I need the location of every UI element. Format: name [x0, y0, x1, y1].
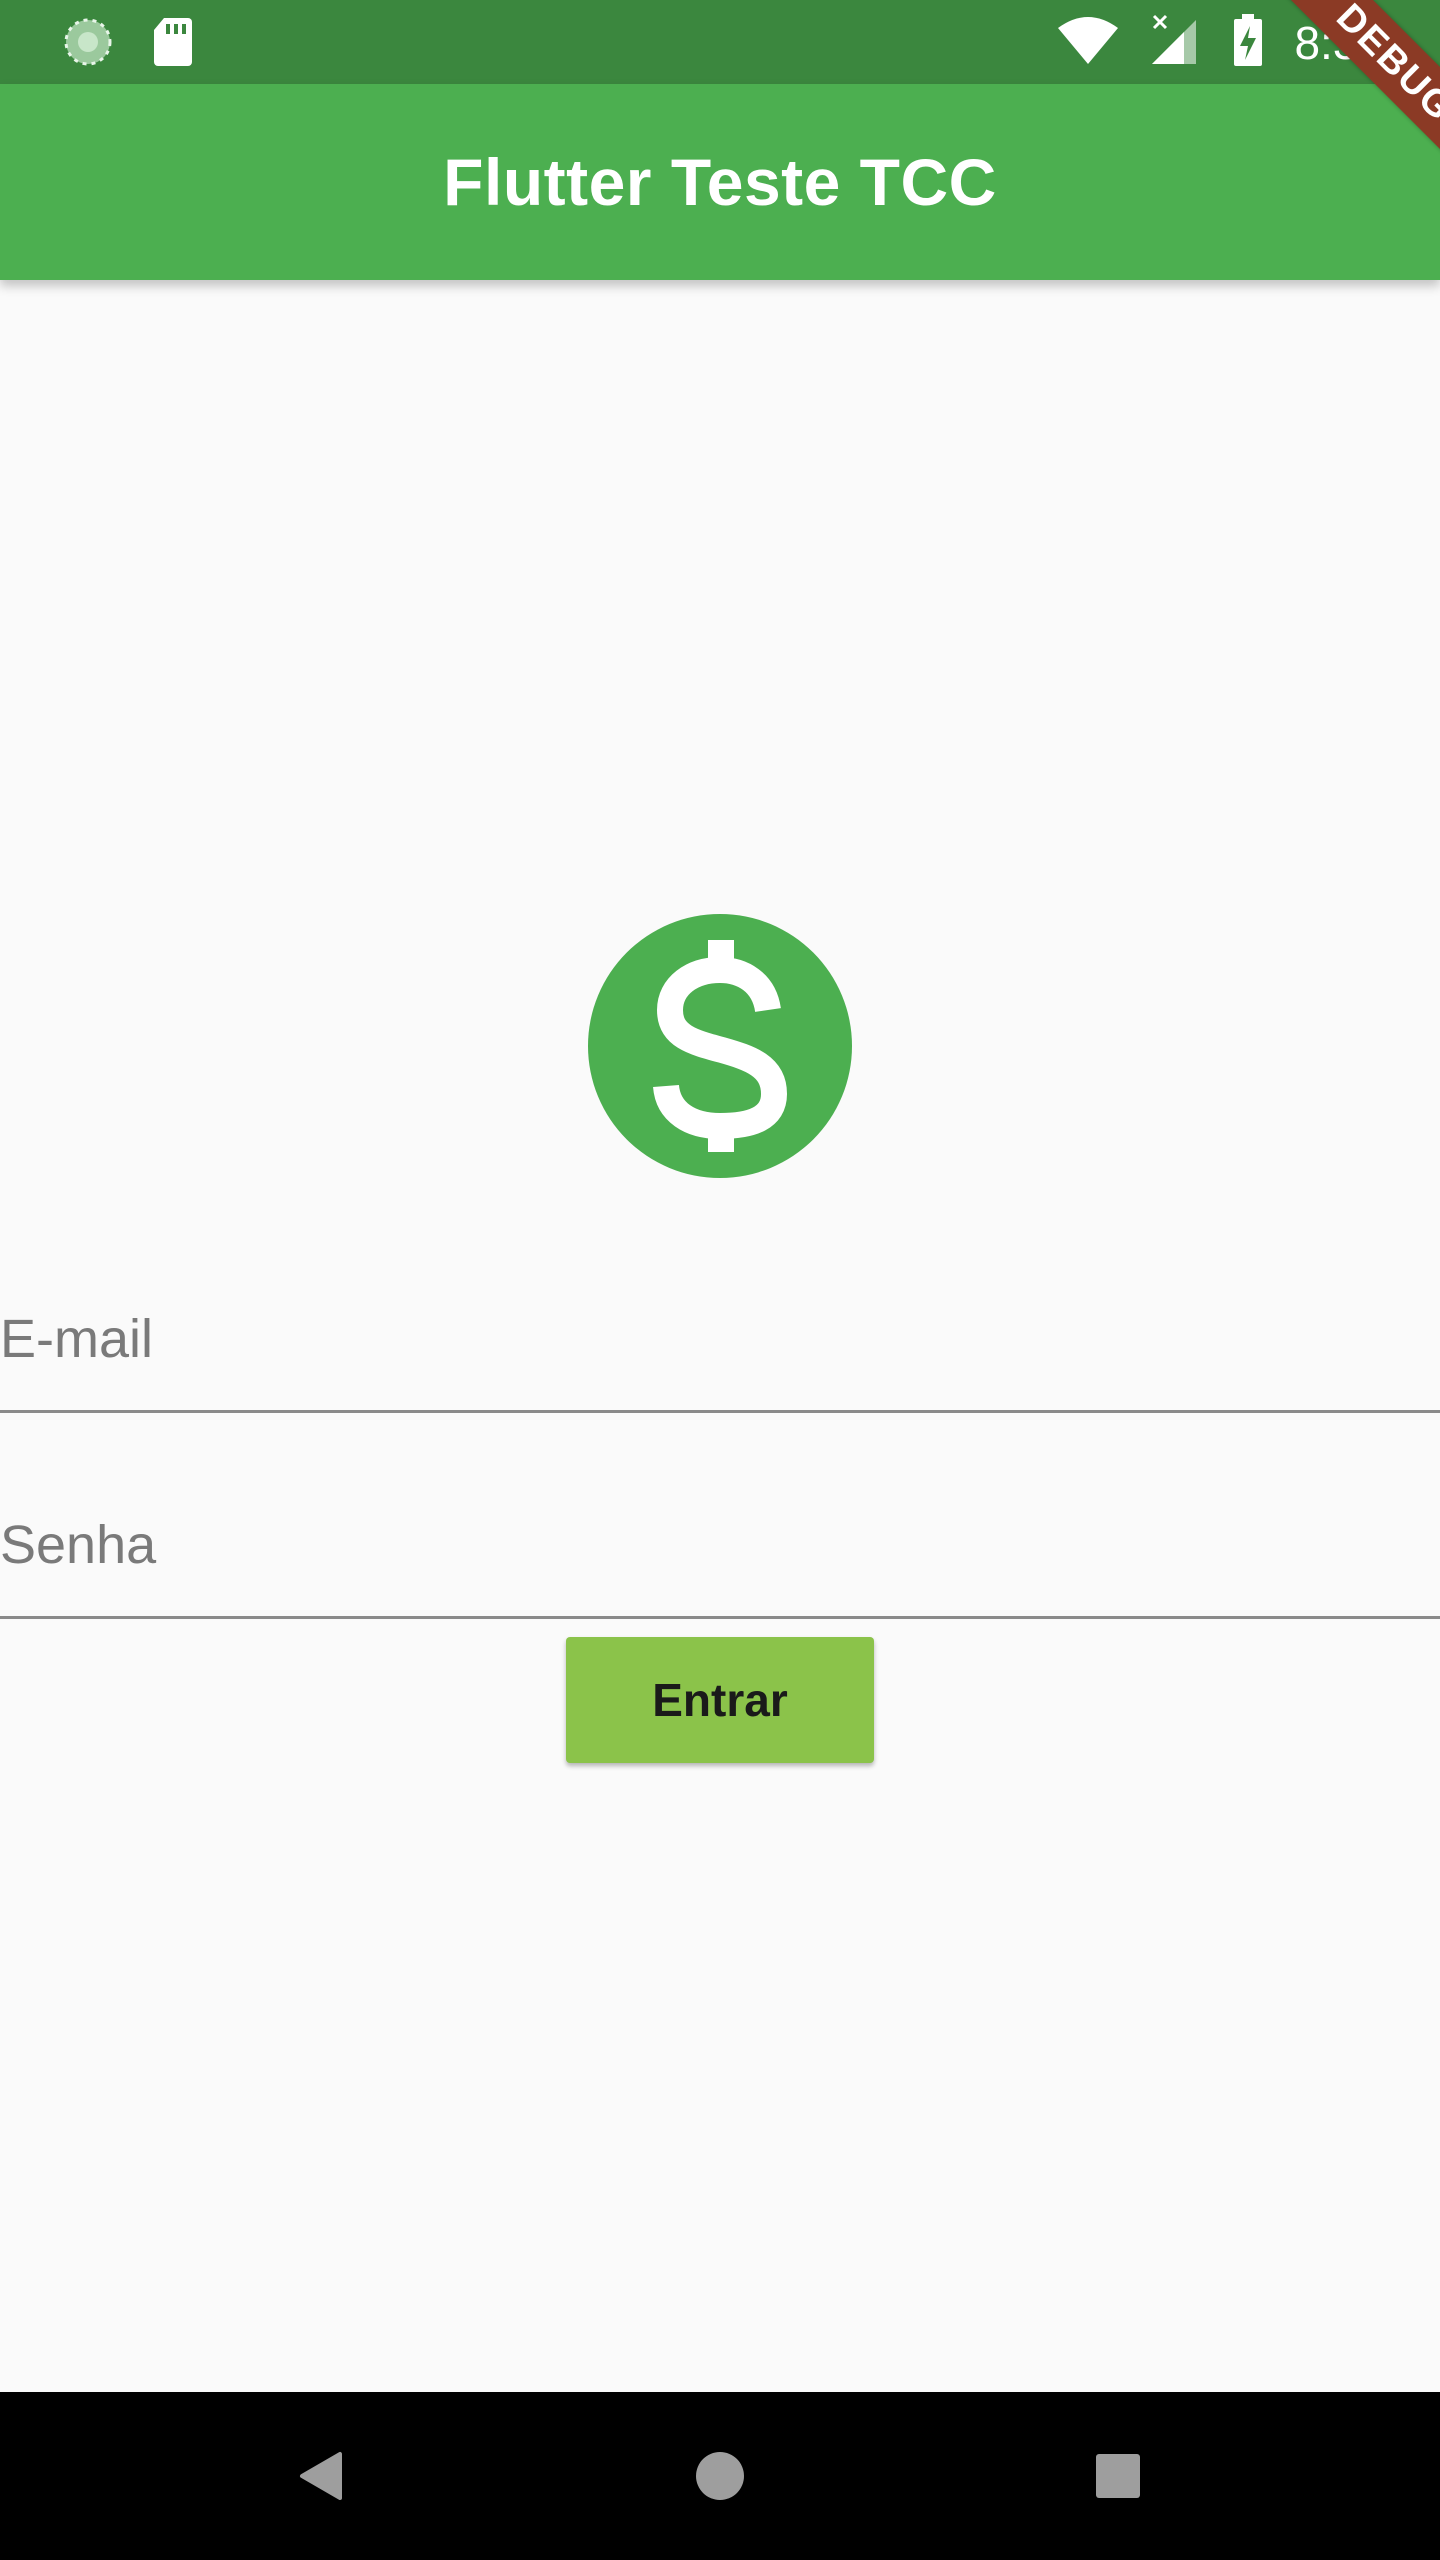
dollar-sign-glyph	[653, 940, 788, 1152]
sd-card-icon	[152, 16, 194, 73]
back-button[interactable]	[280, 2436, 360, 2516]
status-left-icons	[62, 16, 194, 73]
email-input[interactable]	[0, 1308, 1420, 1370]
app-title: Flutter Teste TCC	[443, 145, 997, 219]
status-bar: 8:36	[0, 0, 1440, 84]
back-icon	[300, 2452, 342, 2500]
recents-button[interactable]	[1078, 2436, 1158, 2516]
recents-icon	[1096, 2454, 1140, 2498]
navigation-bar	[0, 2392, 1440, 2560]
wifi-icon	[1056, 14, 1120, 71]
cell-signal-icon	[1150, 12, 1202, 73]
dollar-icon	[588, 914, 852, 1178]
password-field[interactable]	[0, 1476, 1440, 1619]
home-button[interactable]	[680, 2436, 760, 2516]
sync-icon	[62, 16, 114, 73]
battery-charging-icon	[1232, 12, 1264, 73]
app-bar: Flutter Teste TCC	[0, 84, 1440, 280]
password-input[interactable]	[0, 1514, 1420, 1576]
email-field[interactable]	[0, 1270, 1440, 1413]
enter-button[interactable]: Entrar	[566, 1637, 874, 1763]
home-icon	[696, 2452, 744, 2500]
